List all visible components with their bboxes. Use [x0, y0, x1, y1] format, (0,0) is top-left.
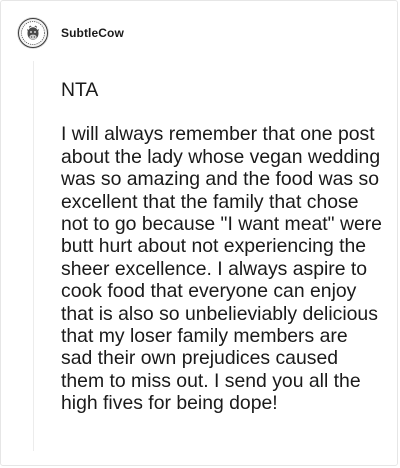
cow-avatar-icon[interactable] — [17, 17, 49, 49]
comment-body: NTA I will always remember that one post… — [61, 79, 383, 415]
comment-paragraph: I will always remember that one post abo… — [61, 123, 382, 415]
thread-collapse-line[interactable] — [33, 61, 34, 451]
comment-card: SubtleCow NTA I will always remember tha… — [0, 0, 398, 466]
comment-header: SubtleCow — [17, 17, 124, 49]
comment-paragraph: NTA — [61, 79, 99, 101]
comment-username[interactable]: SubtleCow — [61, 26, 124, 40]
